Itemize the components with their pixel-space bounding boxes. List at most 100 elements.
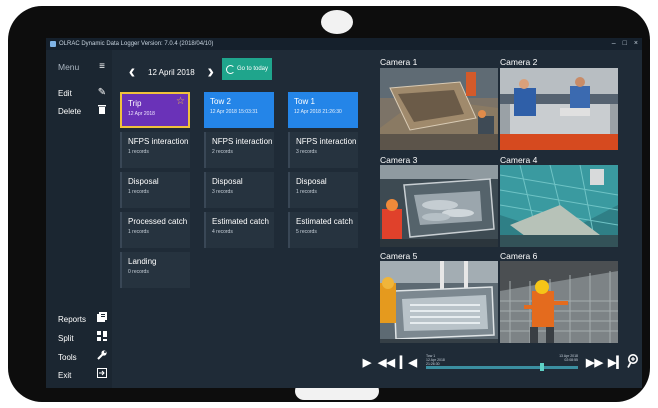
tow-1-card[interactable]: Tow 1 12 Apr 2018 21:26:30 [288,92,358,128]
minimize-button[interactable]: – [612,38,616,50]
camera-4-label: Camera 4 [500,155,538,165]
hamburger-icon: ≡ [99,61,105,72]
tile-title: Tow 1 [294,97,315,106]
tile-subtitle: 12 Apr 2018 [128,111,155,117]
camera-3-feed[interactable] [380,165,498,247]
trash-icon [96,104,108,118]
timeline-end-time: 02:08:55 [564,358,578,362]
tile-subtitle: 3 records [296,149,317,155]
go-to-today-button[interactable]: Go to today [222,58,272,80]
menu-toggle[interactable]: Menu ≡ [58,60,108,74]
camera-5-label: Camera 5 [380,251,418,261]
star-icon[interactable]: ☆ [176,96,185,107]
tile-subtitle: 5 records [296,229,317,235]
sidebar-item-label: Exit [58,370,72,380]
camera-5-feed[interactable] [380,261,498,343]
tile-title: Disposal [212,177,243,186]
playback-bar: ▶ ◀◀ ▎◀ Tow 1 12 Apr 2018 21:26:30 13 Ap… [356,350,642,376]
tile-trip-landing[interactable]: Landing 0 records [120,252,190,288]
skip-start-icon[interactable]: ▎◀ [400,356,417,370]
window-title: OLRAC Dynamic Data Logger Version: 7.0.4… [59,41,214,47]
tile-tow2-disposal[interactable]: Disposal 3 records [204,172,274,208]
video-timeline[interactable]: Tow 1 12 Apr 2018 21:26:30 13 Apr 2018 0… [426,354,578,372]
tile-title: NFPS interaction [212,137,273,146]
tile-title: NFPS interaction [128,137,189,146]
next-day-button[interactable]: › [203,62,219,82]
sidebar-item-reports[interactable]: Reports [58,312,108,326]
title-bar: OLRAC Dynamic Data Logger Version: 7.0.4… [46,38,642,50]
camera-3-label: Camera 3 [380,155,418,165]
camera-6-feed[interactable] [500,261,618,343]
tile-title: Tow 2 [210,97,231,106]
camera-2-label: Camera 2 [500,57,538,67]
app-window: OLRAC Dynamic Data Logger Version: 7.0.4… [46,38,642,388]
exit-icon [96,368,108,382]
rewind-icon[interactable]: ◀◀ [378,356,395,370]
play-icon[interactable]: ▶ [360,356,374,370]
tile-title: Disposal [296,177,327,186]
tile-tow2-nfps-interaction[interactable]: NFPS interaction 2 records [204,132,274,168]
go-to-today-label: Go to today [236,66,269,72]
timeline-track[interactable] [426,366,578,369]
trip-card[interactable]: Trip 12 Apr 2018 ☆ [120,92,190,128]
tile-title: NFPS interaction [296,137,357,146]
menu-label: Menu [58,62,80,72]
close-button[interactable]: × [634,38,638,50]
tile-title: Estimated catch [296,217,353,226]
camera-2-feed[interactable] [500,68,618,150]
tile-title: Estimated catch [212,217,269,226]
current-date: 12 April 2018 [148,67,195,77]
tile-subtitle: 3 records [212,189,233,195]
maximize-button[interactable]: □ [623,38,627,50]
wrench-icon [96,350,108,364]
tile-trip-processed-catch[interactable]: Processed catch 1 records [120,212,190,248]
tile-subtitle: 4 records [212,229,233,235]
tile-trip-nfps-interaction[interactable]: NFPS interaction 1 records [120,132,190,168]
fast-forward-icon[interactable]: ▶▶ [586,356,603,370]
tile-trip-disposal[interactable]: Disposal 1 records [120,172,190,208]
sidebar-item-label: Edit [58,88,72,98]
timeline-start-info: Tow 1 12 Apr 2018 21:26:30 [426,354,445,366]
camera-1-feed[interactable] [380,68,498,150]
sidebar: Menu ≡ Edit ✎ Delete Reports Split Tools… [46,50,112,388]
tile-subtitle: 2 records [212,149,233,155]
tile-subtitle: 0 records [128,269,149,275]
camera-1-label: Camera 1 [380,57,418,67]
date-navigation: ‹ 12 April 2018 › [124,60,219,84]
previous-day-button[interactable]: ‹ [124,62,140,82]
pencil-icon: ✎ [97,87,107,98]
timeline-thumb[interactable] [540,363,544,371]
sidebar-item-label: Reports [58,314,87,324]
sidebar-item-tools[interactable]: Tools [58,350,108,364]
tile-title: Disposal [128,177,159,186]
sidebar-item-split[interactable]: Split [58,331,108,345]
tile-tow1-disposal[interactable]: Disposal 1 records [288,172,358,208]
window-controls: – □ × [612,38,638,50]
sidebar-item-label: Tools [58,352,77,362]
tile-subtitle: 1 records [128,149,149,155]
skip-end-icon[interactable]: ▶▎ [608,356,625,370]
tile-subtitle: 12 Apr 2018 21:26:30 [294,109,342,115]
refresh-icon [225,64,235,74]
tile-tow1-nfps-interaction[interactable]: NFPS interaction 3 records [288,132,358,168]
tile-subtitle: 1 records [128,229,149,235]
sidebar-item-delete[interactable]: Delete [58,104,108,118]
tile-tow2-estimated-catch[interactable]: Estimated catch 4 records [204,212,274,248]
camera-4-feed[interactable] [500,165,618,247]
reports-icon [96,312,108,326]
sidebar-item-label: Delete [58,106,82,116]
tile-subtitle: 12 Apr 2018 15:03:31 [210,109,258,115]
split-icon [96,331,108,345]
camera-6-label: Camera 6 [500,251,538,261]
sidebar-item-exit[interactable]: Exit [58,368,108,382]
tile-tow1-estimated-catch[interactable]: Estimated catch 5 records [288,212,358,248]
tile-subtitle: 1 records [296,189,317,195]
tile-subtitle: 1 records [128,189,149,195]
tablet-frame: OLRAC Dynamic Data Logger Version: 7.0.4… [8,6,650,402]
tow-2-card[interactable]: Tow 2 12 Apr 2018 15:03:31 [204,92,274,128]
sidebar-item-edit[interactable]: Edit ✎ [58,86,108,100]
zoom-in-icon[interactable] [626,354,640,372]
front-camera [321,10,353,34]
tile-title: Landing [128,257,157,266]
timeline-end-info: 13 Apr 2018 02:08:55 [559,354,578,362]
